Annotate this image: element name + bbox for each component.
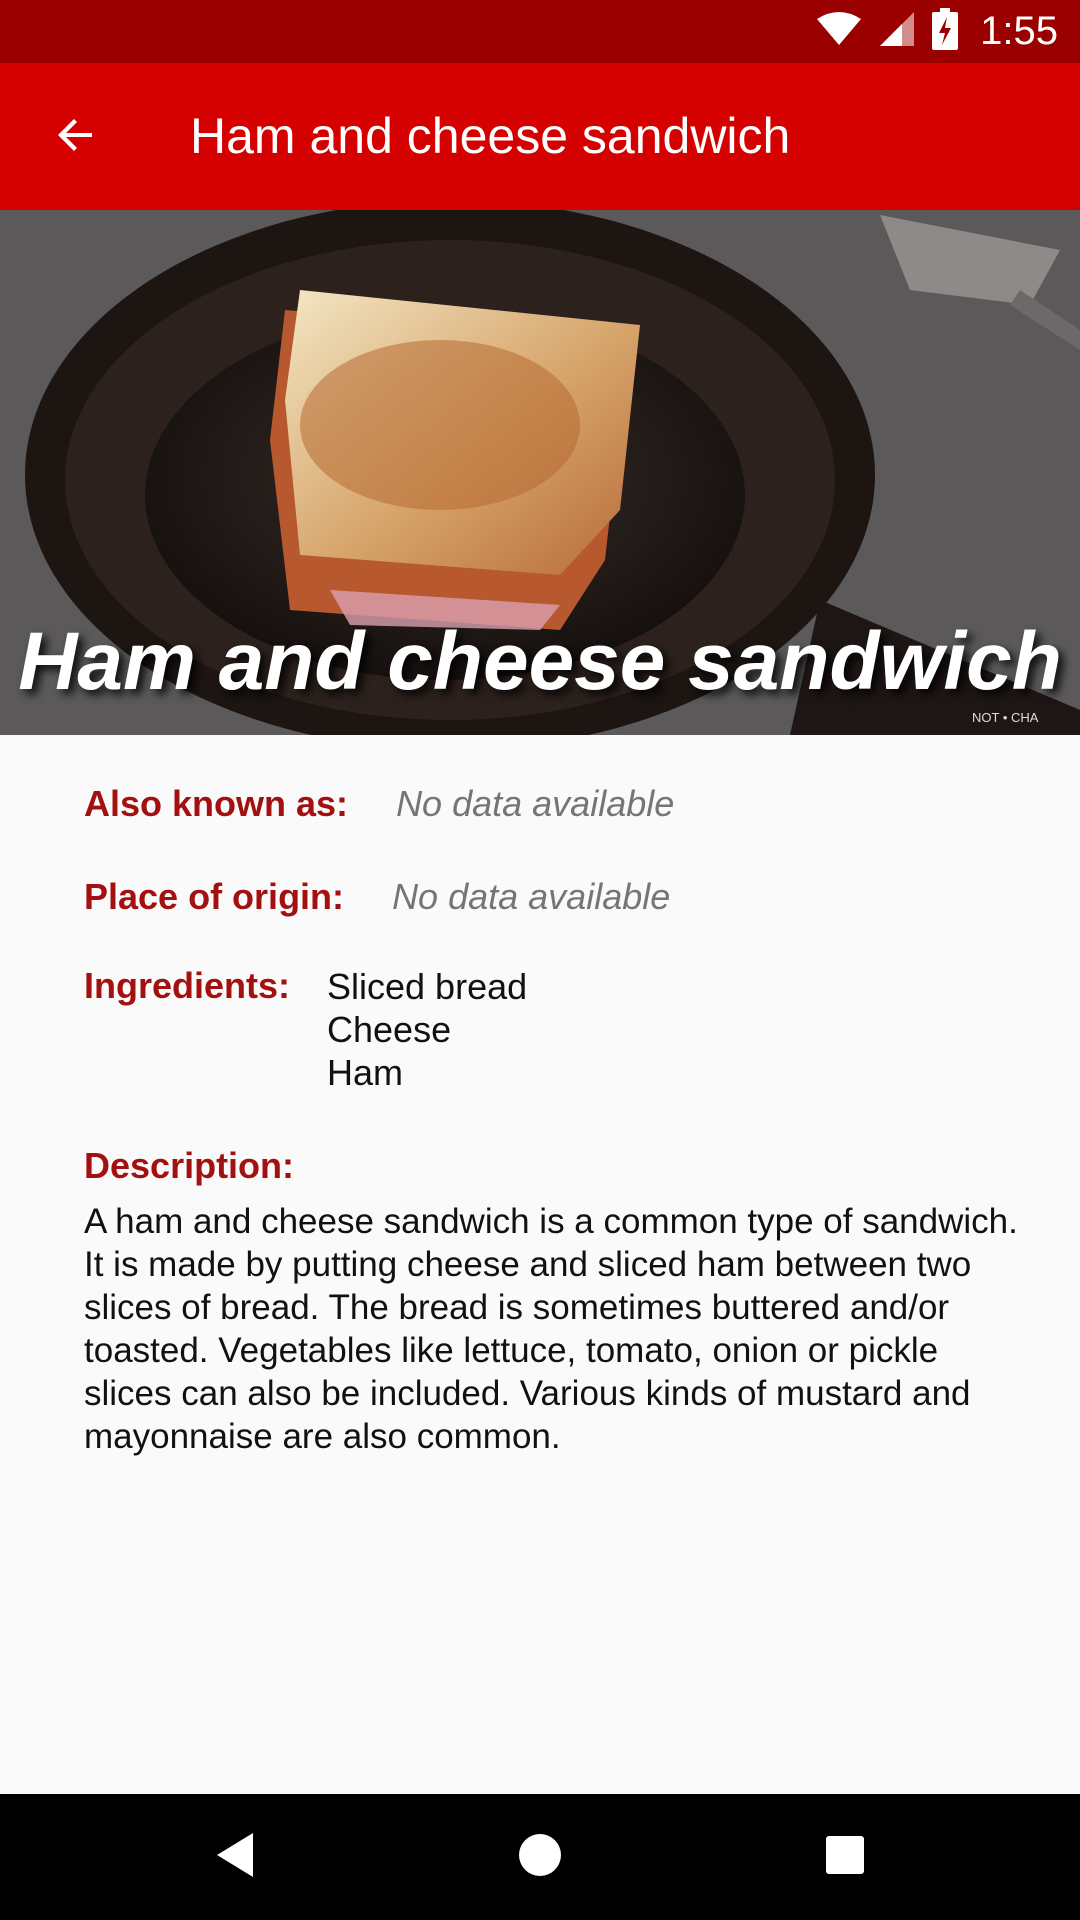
battery-charging-icon bbox=[932, 8, 959, 55]
hero-title: Ham and cheese sandwich bbox=[18, 616, 1062, 707]
navigation-bar bbox=[0, 1794, 1080, 1920]
ingredients-label: Ingredients: bbox=[84, 965, 291, 1006]
back-triangle-icon bbox=[213, 1831, 257, 1884]
also-known-as-value: No data available bbox=[396, 783, 675, 824]
also-known-as-row: Also known as: No data available bbox=[84, 783, 674, 825]
nav-home-button[interactable] bbox=[495, 1812, 585, 1902]
ingredient-item: Ham bbox=[327, 1052, 404, 1093]
description-label-row: Description: bbox=[84, 1145, 294, 1187]
wifi-icon bbox=[816, 11, 862, 52]
description-label: Description: bbox=[84, 1145, 295, 1186]
app-bar-title: Ham and cheese sandwich bbox=[190, 108, 791, 164]
ingredients-list: Sliced bread Cheese Ham bbox=[327, 965, 527, 1094]
hero-image: NOT • CHA Ham and cheese sandwich bbox=[0, 210, 1080, 735]
place-of-origin-value: No data available bbox=[392, 876, 671, 917]
ingredient-item: Sliced bread bbox=[327, 966, 528, 1007]
app-bar: Ham and cheese sandwich bbox=[0, 63, 1080, 210]
status-icons: 1:55 bbox=[816, 0, 1058, 63]
nav-recents-button[interactable] bbox=[800, 1812, 890, 1902]
place-of-origin-row: Place of origin: No data available bbox=[84, 876, 670, 918]
status-bar: 1:55 bbox=[0, 0, 1080, 63]
place-of-origin-label: Place of origin: bbox=[84, 876, 345, 917]
nav-back-button[interactable] bbox=[190, 1812, 280, 1902]
recents-square-icon bbox=[825, 1835, 865, 1880]
arrow-back-icon bbox=[52, 111, 100, 164]
status-time: 1:55 bbox=[980, 9, 1058, 53]
home-circle-icon bbox=[517, 1832, 563, 1883]
description-text: A ham and cheese sandwich is a common ty… bbox=[84, 1202, 1018, 1456]
cell-signal-icon bbox=[878, 10, 916, 53]
photo-watermark: NOT • CHA bbox=[972, 710, 1039, 725]
back-button[interactable] bbox=[28, 89, 124, 185]
ingredient-item: Cheese bbox=[327, 1009, 452, 1050]
also-known-as-label: Also known as: bbox=[84, 783, 349, 824]
